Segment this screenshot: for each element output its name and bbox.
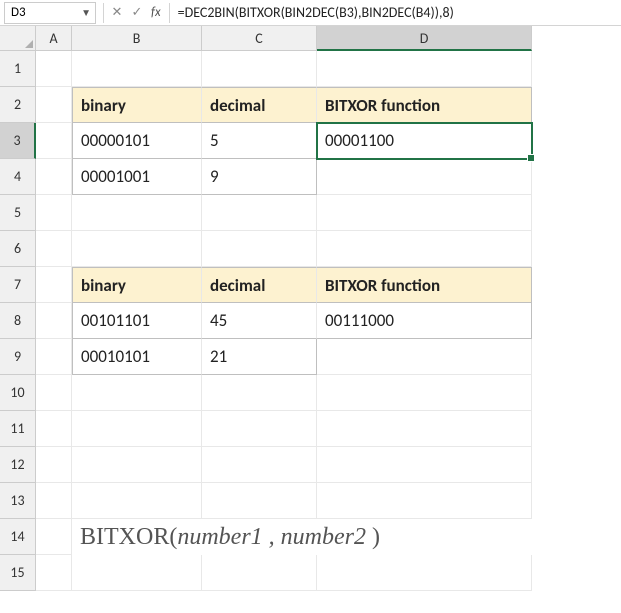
cell[interactable]: 00111000 <box>317 303 532 339</box>
cell[interactable] <box>202 231 317 267</box>
divider <box>169 3 170 23</box>
syntax-args: number1 , number2 <box>177 524 372 550</box>
spreadsheet-grid: A B C D 1 2 binary decimal BITXOR functi… <box>0 26 621 591</box>
cell[interactable] <box>317 375 532 411</box>
cell[interactable] <box>317 411 532 447</box>
cell[interactable] <box>36 483 72 519</box>
cell[interactable] <box>72 231 202 267</box>
cell[interactable] <box>72 447 202 483</box>
cell[interactable] <box>36 411 72 447</box>
syntax-text: BITXOR(number1 , number2 ) <box>72 519 532 555</box>
formula-bar: D3 ▼ ✕ ✓ fx =DEC2BIN(BITXOR(BIN2DEC(B3),… <box>0 0 621 26</box>
row-header[interactable]: 1 <box>0 51 36 87</box>
cell[interactable] <box>317 195 532 231</box>
row-header[interactable]: 11 <box>0 411 36 447</box>
fx-icon[interactable]: fx <box>151 5 161 20</box>
cell[interactable] <box>317 447 532 483</box>
formula-input[interactable]: =DEC2BIN(BITXOR(BIN2DEC(B3),BIN2DEC(B4))… <box>174 4 454 21</box>
row-header[interactable]: 12 <box>0 447 36 483</box>
cell[interactable]: 5 <box>202 123 317 159</box>
select-all-corner[interactable] <box>0 26 36 51</box>
cell[interactable] <box>36 195 72 231</box>
table-header[interactable]: decimal <box>202 87 317 123</box>
cell[interactable] <box>36 375 72 411</box>
syntax-fn: BITXOR( <box>80 524 177 550</box>
cell[interactable]: 00001001 <box>72 159 202 195</box>
cell[interactable] <box>202 555 317 591</box>
cell[interactable] <box>36 123 72 159</box>
cell[interactable] <box>202 375 317 411</box>
cell[interactable] <box>202 447 317 483</box>
table-header[interactable]: decimal <box>202 267 317 303</box>
row-header[interactable]: 5 <box>0 195 36 231</box>
cell-reference: D3 <box>11 5 26 20</box>
row-header[interactable]: 14 <box>0 519 36 555</box>
table-header[interactable]: BITXOR function <box>317 267 532 303</box>
row-header[interactable]: 3 <box>0 123 36 159</box>
cell[interactable] <box>72 375 202 411</box>
row-header[interactable]: 9 <box>0 339 36 375</box>
divider <box>103 3 104 23</box>
cell[interactable] <box>36 51 72 87</box>
cell[interactable] <box>72 555 202 591</box>
cell[interactable]: 00010101 <box>72 339 202 375</box>
row-header[interactable]: 8 <box>0 303 36 339</box>
col-header-B[interactable]: B <box>72 26 202 51</box>
cell[interactable]: 9 <box>202 159 317 195</box>
cell[interactable] <box>36 159 72 195</box>
col-header-A[interactable]: A <box>36 26 72 51</box>
cell[interactable] <box>36 267 72 303</box>
cell[interactable] <box>202 51 317 87</box>
cell[interactable] <box>72 411 202 447</box>
accept-icon[interactable]: ✓ <box>127 5 147 20</box>
chevron-down-icon[interactable]: ▼ <box>81 6 91 19</box>
table-header[interactable]: BITXOR function <box>317 87 532 123</box>
cell[interactable] <box>317 51 532 87</box>
name-box[interactable]: D3 ▼ <box>4 2 96 24</box>
row-header[interactable]: 2 <box>0 87 36 123</box>
cell[interactable] <box>202 483 317 519</box>
row-header[interactable]: 13 <box>0 483 36 519</box>
cell[interactable] <box>317 555 532 591</box>
cell[interactable]: 45 <box>202 303 317 339</box>
syntax-close: ) <box>372 524 380 550</box>
cell[interactable] <box>36 519 72 555</box>
cancel-icon[interactable]: ✕ <box>107 5 127 20</box>
cell[interactable]: 21 <box>202 339 317 375</box>
cell[interactable] <box>36 447 72 483</box>
cell[interactable] <box>72 195 202 231</box>
cell[interactable] <box>36 87 72 123</box>
row-header[interactable]: 10 <box>0 375 36 411</box>
cell[interactable] <box>317 231 532 267</box>
cell[interactable]: 00101101 <box>72 303 202 339</box>
selected-cell[interactable]: 00001100 <box>317 123 532 159</box>
row-header[interactable]: 6 <box>0 231 36 267</box>
cell[interactable] <box>72 483 202 519</box>
cell[interactable] <box>317 483 532 519</box>
row-header[interactable]: 4 <box>0 159 36 195</box>
cell[interactable] <box>317 159 532 195</box>
cell[interactable] <box>36 303 72 339</box>
cell[interactable]: 00000101 <box>72 123 202 159</box>
cell[interactable] <box>36 339 72 375</box>
cell[interactable] <box>36 555 72 591</box>
row-header[interactable]: 7 <box>0 267 36 303</box>
cell[interactable] <box>36 231 72 267</box>
cell[interactable] <box>202 195 317 231</box>
col-header-C[interactable]: C <box>202 26 317 51</box>
table-header[interactable]: binary <box>72 267 202 303</box>
table-header[interactable]: binary <box>72 87 202 123</box>
cell[interactable] <box>72 51 202 87</box>
cell[interactable] <box>317 339 532 375</box>
cell[interactable] <box>202 411 317 447</box>
col-header-D[interactable]: D <box>317 26 532 51</box>
row-header[interactable]: 15 <box>0 555 36 591</box>
